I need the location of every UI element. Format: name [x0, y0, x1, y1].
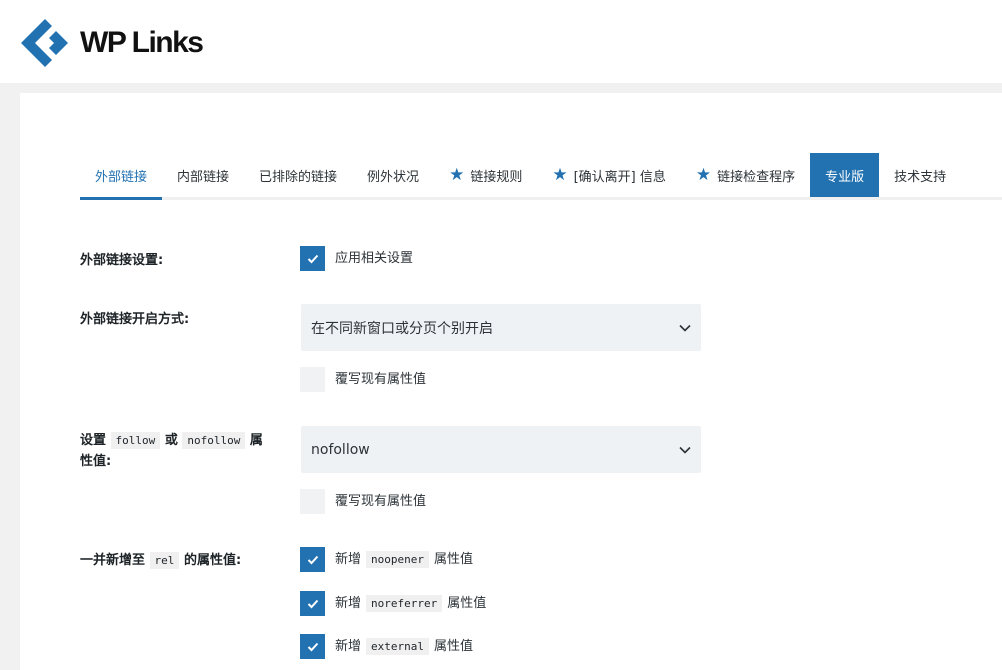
option-suffix: 属性值 [434, 639, 474, 654]
apply-settings-option: 应用相关设置 [300, 246, 413, 271]
follow-label-mid: 或 [164, 433, 178, 448]
tab-external-links[interactable]: 外部链接 [80, 153, 163, 200]
tab-link-checker[interactable]: ★ 链接检查程序 [681, 153, 810, 197]
tab-label: 链接规则 [470, 169, 523, 185]
noreferrer-label: 新增 noreferrer 属性值 [335, 591, 486, 616]
diamond-chevron-logo-icon [21, 19, 68, 67]
noreferrer-code: noreferrer [366, 595, 443, 612]
chevron-down-icon [679, 446, 691, 454]
overwrite-open-method-checkbox[interactable] [300, 367, 325, 392]
rel-code: rel [149, 552, 180, 569]
overwrite-label: 覆写现有属性值 [335, 494, 427, 509]
follow-label-suffix: 属 [249, 433, 263, 448]
tab-pro-version[interactable]: 专业版 [810, 153, 880, 197]
checkmark-icon [307, 254, 318, 263]
rel-option-noopener: 新增 noopener 属性值 [300, 547, 473, 572]
external-links-setting-label: 外部链接设置: [80, 253, 164, 268]
tab-link-rules[interactable]: ★ 链接规则 [434, 153, 537, 197]
star-icon: ★ [695, 164, 712, 185]
tab-bar: 外部链接 内部链接 已排除的链接 例外状况 ★ 链接规则 ★ [确认离开] 信息… [80, 153, 1002, 200]
follow-select[interactable]: nofollow [301, 426, 701, 473]
nofollow-code: nofollow [182, 432, 246, 449]
tab-label: 技术支持 [894, 169, 947, 185]
open-method-value: 在不同新窗口或分页个别开启 [311, 320, 493, 337]
follow-label-line2: 性值: [80, 454, 112, 469]
noopener-checkbox[interactable] [300, 547, 325, 572]
tab-label: 专业版 [825, 169, 865, 185]
tab-exit-confirmation[interactable]: ★ [确认离开] 信息 [537, 153, 681, 197]
option-prefix: 新增 [335, 639, 362, 654]
checkmark-icon [307, 599, 318, 608]
overwrite-follow-option: 覆写现有属性值 [300, 489, 426, 514]
star-icon: ★ [449, 164, 465, 185]
settings-panel: 外部链接 内部链接 已排除的链接 例外状况 ★ 链接规则 ★ [确认离开] 信息… [20, 93, 1002, 670]
follow-setting-label: 设置 follow 或 nofollow 属 性值: [80, 430, 263, 472]
tab-internal-links[interactable]: 内部链接 [162, 153, 244, 197]
top-bar: WP Links [0, 0, 1002, 83]
noopener-code: noopener [366, 551, 429, 568]
checkmark-icon [307, 555, 318, 564]
external-label: 新增 external 属性值 [335, 634, 473, 659]
overwrite-label: 覆写现有属性值 [335, 372, 427, 387]
tab-exceptions[interactable]: 例外状况 [352, 153, 434, 197]
chevron-down-icon [679, 324, 691, 332]
tab-label: 例外状况 [367, 169, 420, 185]
checkmark-icon [307, 642, 318, 651]
apply-settings-checkbox[interactable] [300, 246, 325, 271]
external-checkbox[interactable] [300, 634, 325, 659]
rel-option-external: 新增 external 属性值 [300, 634, 473, 659]
option-prefix: 新增 [335, 552, 362, 567]
noopener-label: 新增 noopener 属性值 [335, 547, 473, 572]
option-suffix: 属性值 [434, 552, 474, 567]
open-method-label: 外部链接开启方式: [80, 312, 190, 327]
wp-links-logo[interactable]: WP Links [20, 18, 204, 68]
apply-settings-label: 应用相关设置 [335, 251, 414, 266]
overwrite-follow-checkbox[interactable] [300, 489, 325, 514]
open-method-select[interactable]: 在不同新窗口或分页个别开启 [301, 304, 701, 351]
option-prefix: 新增 [335, 596, 362, 611]
tab-label: 外部链接 [95, 169, 148, 185]
follow-value: nofollow [311, 441, 370, 458]
rel-option-noreferrer: 新增 noreferrer 属性值 [300, 591, 486, 616]
noreferrer-checkbox[interactable] [300, 591, 325, 616]
tab-label: 内部链接 [177, 169, 230, 185]
tab-label: 已排除的链接 [259, 169, 338, 185]
rel-label-suffix: 的属性值: [183, 553, 242, 568]
rel-label-prefix: 一并新增至 [80, 553, 146, 568]
tab-excluded-links[interactable]: 已排除的链接 [244, 153, 352, 197]
external-code: external [366, 638, 429, 655]
brand-name: WP Links [80, 26, 204, 59]
follow-code: follow [110, 432, 161, 449]
tab-label: [确认离开] 信息 [573, 169, 666, 185]
option-suffix: 属性值 [447, 596, 487, 611]
rel-setting-label: 一并新增至 rel 的属性值: [80, 550, 241, 571]
tab-support[interactable]: 技术支持 [879, 153, 961, 197]
follow-label-prefix: 设置 [80, 433, 107, 448]
tab-label: 链接检查程序 [717, 169, 796, 185]
overwrite-open-method-option: 覆写现有属性值 [300, 367, 426, 392]
star-icon: ★ [552, 164, 568, 185]
